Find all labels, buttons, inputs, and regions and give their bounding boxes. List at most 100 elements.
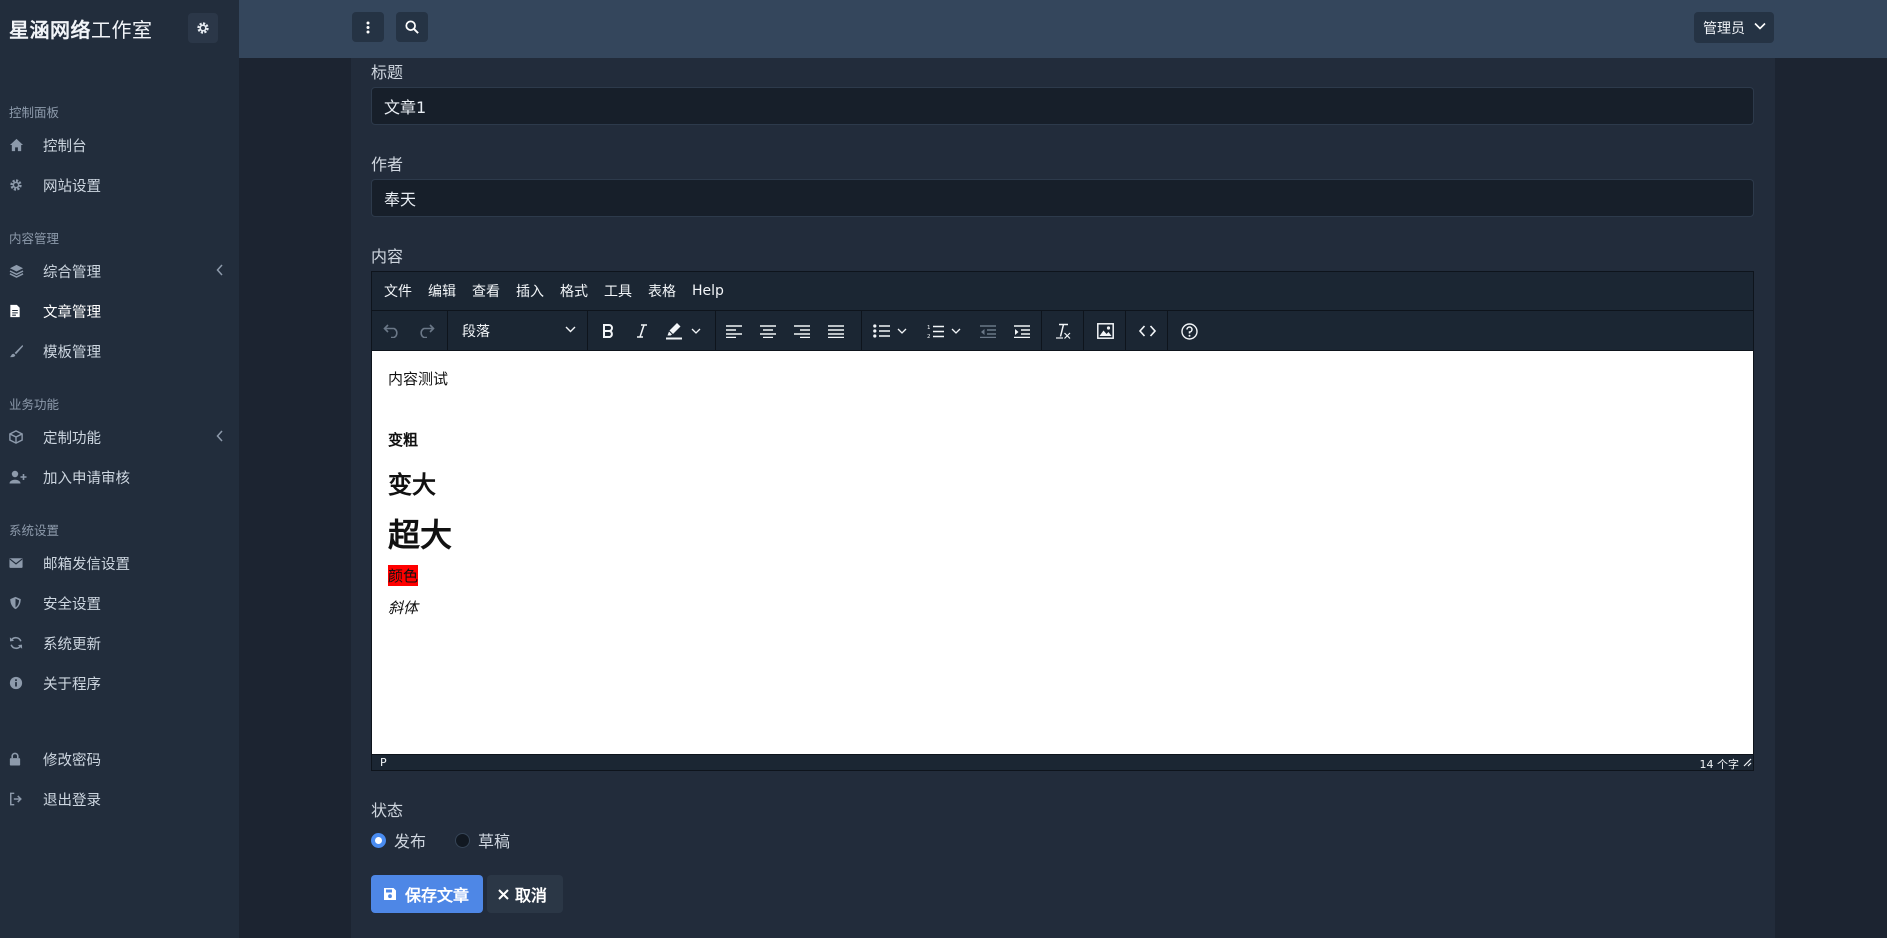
content-line-colored: 颜色: [388, 565, 419, 586]
outdent-button[interactable]: [974, 317, 1002, 345]
sidebar-item-change-password[interactable]: 修改密码: [0, 742, 239, 776]
undo-icon: [383, 324, 398, 338]
word-count[interactable]: 14 个字: [1700, 756, 1740, 772]
envelope-icon: [9, 557, 27, 569]
toolbar-group-image: [1084, 311, 1126, 350]
sidebar-item-logout[interactable]: 退出登录: [0, 782, 239, 816]
editor-menu-format[interactable]: 格式: [560, 281, 588, 301]
resize-handle-icon[interactable]: [1743, 758, 1752, 767]
numbered-list-button[interactable]: 12: [922, 317, 966, 345]
status-radio-publish[interactable]: 发布: [371, 828, 426, 852]
content-line-big: 变大: [388, 471, 436, 499]
source-code-button[interactable]: [1133, 317, 1161, 345]
content-line-text: 内容测试: [388, 370, 449, 388]
editor-menu-tools[interactable]: 工具: [604, 281, 632, 301]
save-icon: [384, 888, 396, 900]
status-label: 状态: [371, 801, 404, 820]
editor-menu-help[interactable]: Help: [692, 283, 724, 299]
section-title-system: 系统设置: [9, 523, 60, 538]
sidebar-item-general-management[interactable]: 综合管理: [0, 254, 239, 288]
editor-menu-view[interactable]: 查看: [472, 281, 500, 301]
align-justify-icon: [828, 324, 844, 338]
sidebar-item-site-settings[interactable]: 网站设置: [0, 168, 239, 202]
redo-icon: [420, 324, 435, 338]
element-path[interactable]: P: [380, 756, 387, 769]
sidebar-item-article-management[interactable]: 文章管理: [0, 294, 239, 328]
toolbar-group-help: [1168, 311, 1210, 350]
indent-button[interactable]: [1008, 317, 1036, 345]
sidebar-item-label: 控制台: [43, 138, 87, 155]
sidebar-item-template-management[interactable]: 模板管理: [0, 334, 239, 368]
user-plus-icon: [9, 470, 27, 484]
home-icon: [9, 138, 27, 152]
sidebar-item-label: 系统更新: [43, 636, 101, 653]
chevron-down-icon: [1754, 22, 1766, 30]
clear-format-icon: [1056, 323, 1071, 339]
section-title-content: 内容管理: [9, 231, 60, 246]
svg-text:2: 2: [927, 334, 931, 339]
align-justify-button[interactable]: [822, 317, 850, 345]
file-icon: [9, 304, 27, 318]
editor-menu-table[interactable]: 表格: [648, 281, 676, 301]
sidebar-item-about[interactable]: 关于程序: [0, 666, 239, 700]
search-button[interactable]: [396, 12, 428, 42]
chevron-down-icon: [565, 326, 576, 333]
save-article-button[interactable]: 保存文章: [371, 875, 483, 913]
editor-menu-file[interactable]: 文件: [384, 281, 412, 301]
toolbar-group-list: 12: [862, 311, 1042, 350]
bullet-list-icon: [873, 324, 890, 338]
sidebar-item-label: 综合管理: [43, 264, 101, 281]
toolbar-group-align: [716, 311, 862, 350]
radio-unchecked-icon: [455, 832, 470, 848]
sidebar-item-custom-features[interactable]: 定制功能: [0, 420, 239, 454]
admin-label: 管理员: [1703, 20, 1745, 37]
sidebar-item-join-review[interactable]: 加入申请审核: [0, 460, 239, 494]
sidebar-settings-button[interactable]: [188, 13, 218, 43]
topbar: [239, 0, 1887, 58]
align-left-icon: [726, 324, 742, 338]
align-right-button[interactable]: [788, 317, 816, 345]
outdent-icon: [980, 324, 996, 338]
align-center-button[interactable]: [754, 317, 782, 345]
bullet-list-button[interactable]: [868, 317, 912, 345]
admin-menu-button[interactable]: 管理员: [1694, 12, 1774, 43]
italic-button[interactable]: [628, 317, 656, 345]
highlight-color-button[interactable]: [660, 317, 706, 345]
clear-format-button[interactable]: [1049, 317, 1077, 345]
title-input[interactable]: 文章1: [371, 87, 1754, 125]
more-menu-button[interactable]: [352, 12, 384, 42]
undo-button[interactable]: [378, 317, 406, 345]
align-left-button[interactable]: [720, 317, 748, 345]
help-button[interactable]: [1175, 317, 1203, 345]
cancel-button[interactable]: 取消: [487, 875, 563, 913]
sidebar-item-system-update[interactable]: 系统更新: [0, 626, 239, 660]
chevron-down-icon: [951, 328, 961, 334]
cancel-label: 取消: [515, 886, 548, 905]
insert-image-button[interactable]: [1091, 317, 1119, 345]
editor-menu-insert[interactable]: 插入: [516, 281, 544, 301]
sidebar-item-mail-settings[interactable]: 邮箱发信设置: [0, 546, 239, 580]
content-line-bold: 变粗: [388, 431, 419, 449]
image-icon: [1096, 323, 1114, 339]
content-label: 内容: [371, 247, 404, 266]
status-radio-draft[interactable]: 草稿: [455, 828, 510, 852]
sidebar-item-console[interactable]: 控制台: [0, 128, 239, 162]
redo-button[interactable]: [412, 317, 440, 345]
section-title-business: 业务功能: [9, 397, 60, 412]
sidebar-item-security-settings[interactable]: 安全设置: [0, 586, 239, 620]
block-format-select[interactable]: 段落: [458, 317, 582, 345]
content-line-huge: 超大: [388, 516, 453, 554]
editor-toolbar: 段落 1 2: [372, 311, 1753, 351]
bold-button[interactable]: [594, 317, 622, 345]
bold-icon: [603, 324, 613, 338]
chevron-down-icon: [897, 328, 907, 334]
editor-menu-edit[interactable]: 编辑: [428, 281, 456, 301]
content-line-italic: 斜体: [388, 599, 419, 617]
author-input[interactable]: 奉天: [371, 179, 1754, 217]
editor-content-area[interactable]: 内容测试 变粗 变大 超大 颜色 斜体: [372, 351, 1753, 754]
search-icon: [405, 20, 419, 34]
title-label: 标题: [371, 63, 404, 82]
chevron-left-icon: [216, 264, 223, 276]
sidebar-item-label: 修改密码: [43, 752, 101, 769]
sidebar: 星涵网络工作室 控制面板 控制台 网站设置 内容管理 综合管理 文章管理 模板管…: [0, 0, 239, 938]
